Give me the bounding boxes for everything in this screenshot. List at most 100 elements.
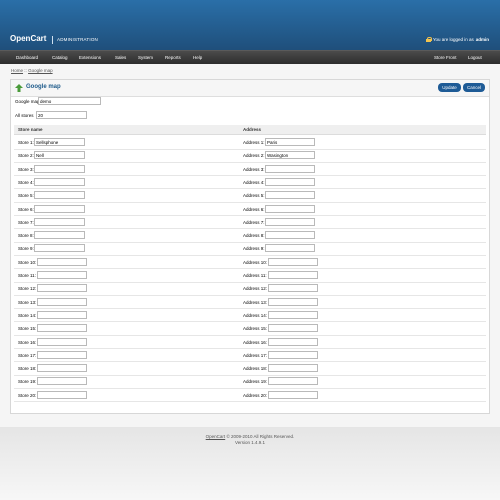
row-divider <box>14 281 486 283</box>
address-input[interactable] <box>265 204 315 213</box>
store-name-input[interactable] <box>37 284 87 293</box>
menu-extensions[interactable]: Extensions <box>79 55 101 60</box>
address-input[interactable] <box>268 271 318 279</box>
row-divider <box>14 387 486 389</box>
menu-dashboard[interactable]: Dashboard <box>16 55 38 60</box>
menu-help[interactable]: Help <box>193 55 202 60</box>
row-divider <box>14 321 486 323</box>
address-input[interactable] <box>265 177 315 186</box>
address-input[interactable] <box>265 164 315 173</box>
address-label: Address 11: <box>243 273 267 278</box>
google-map-key-input[interactable] <box>38 97 101 105</box>
store-name-input[interactable] <box>34 244 85 253</box>
breadcrumb: Home :: Google map <box>11 68 53 73</box>
store-name-input[interactable] <box>34 164 85 173</box>
store-name-input[interactable] <box>37 271 87 279</box>
store-label: Store 15: <box>18 326 37 332</box>
store-name-input[interactable] <box>34 177 85 186</box>
row-divider <box>14 201 486 203</box>
row-divider <box>14 401 486 403</box>
store-name-input[interactable] <box>37 310 87 319</box>
store-label: Store 16: <box>18 339 37 345</box>
footer-text: OpenCart © 2009-2010 All Rights Reserved… <box>0 434 500 446</box>
address-label: Address 17: <box>243 352 268 358</box>
address-label: Address 13: <box>243 299 268 305</box>
store-name-input[interactable] <box>37 324 87 333</box>
menu-store-front[interactable]: Store Front <box>434 55 457 60</box>
table-header: Store name Address <box>14 125 486 135</box>
all-stores-input[interactable] <box>36 111 87 119</box>
store-label: Store 6: <box>18 206 34 212</box>
footer-brand-link[interactable]: OpenCart <box>206 434 226 439</box>
row-divider <box>14 294 486 296</box>
store-name-input[interactable] <box>34 151 85 160</box>
address-input[interactable] <box>268 310 318 319</box>
store-name-input[interactable] <box>34 217 85 226</box>
store-name-input[interactable] <box>34 138 85 146</box>
store-name-input[interactable] <box>34 191 85 200</box>
store-name-input[interactable] <box>37 377 87 386</box>
column-address: Address <box>243 127 262 132</box>
store-name-input[interactable] <box>34 204 85 213</box>
menu-sales[interactable]: Sales <box>115 55 126 60</box>
menu-system[interactable]: System <box>138 55 153 60</box>
address-label: Address 3: <box>243 166 265 172</box>
address-input[interactable] <box>265 151 315 160</box>
breadcrumb-current[interactable]: Google map <box>28 68 53 73</box>
store-label: Store 3: <box>18 166 34 172</box>
address-label: Address 16: <box>243 339 268 345</box>
address-input[interactable] <box>268 257 318 266</box>
address-input[interactable] <box>268 390 318 399</box>
address-label: Address 19: <box>243 379 268 385</box>
address-input[interactable] <box>265 231 315 240</box>
store-label: Store 19: <box>18 379 37 385</box>
address-input[interactable] <box>268 284 318 293</box>
row-divider <box>14 215 486 216</box>
row-divider <box>14 334 486 336</box>
column-store-name: Store name <box>18 127 43 132</box>
logo[interactable]: OpenCart <box>10 34 46 43</box>
address-input[interactable] <box>268 324 318 333</box>
address-label: Address 4: <box>243 179 265 185</box>
lock-icon <box>425 37 432 42</box>
row-divider <box>14 374 486 376</box>
store-name-input[interactable] <box>37 364 87 373</box>
address-input[interactable] <box>268 337 318 346</box>
store-label: Store 9: <box>18 246 34 252</box>
menu-catalog[interactable]: Catalog <box>52 55 68 60</box>
address-input[interactable] <box>268 350 318 359</box>
update-button[interactable]: Update <box>438 83 461 92</box>
admin-label: ADMINISTRATION <box>57 37 98 42</box>
row-divider <box>14 188 486 190</box>
logged-in-text: You are logged in as <box>432 37 474 42</box>
address-label: Address 14: <box>243 312 268 318</box>
breadcrumb-separator: :: <box>24 68 27 73</box>
store-name-input[interactable] <box>37 297 87 306</box>
row-divider <box>14 148 486 150</box>
store-name-input[interactable] <box>37 257 87 266</box>
store-name-input[interactable] <box>37 390 87 399</box>
content-header: Google map Update Cancel <box>11 80 489 97</box>
address-input[interactable] <box>268 377 318 386</box>
address-input[interactable] <box>268 297 318 306</box>
row-divider <box>14 268 486 270</box>
breadcrumb-home[interactable]: Home <box>11 68 23 73</box>
store-label: Store 10: <box>18 259 37 265</box>
header: OpenCart ADMINISTRATION You are logged i… <box>0 0 500 50</box>
menu-logout[interactable]: Logout <box>468 55 482 60</box>
row-divider <box>14 161 486 163</box>
cancel-button[interactable]: Cancel <box>463 83 485 92</box>
address-input[interactable] <box>265 217 315 226</box>
footer-copyright: © 2009-2010 All Rights Reserved. <box>226 434 295 439</box>
address-input[interactable] <box>265 191 315 200</box>
address-input[interactable] <box>265 244 315 253</box>
address-input[interactable] <box>268 364 318 373</box>
address-label: Address 7: <box>243 219 265 225</box>
address-input[interactable] <box>265 138 315 146</box>
store-name-input[interactable] <box>34 231 85 240</box>
address-label: Address 20: <box>243 392 268 398</box>
menu-reports[interactable]: Reports <box>165 55 181 60</box>
store-name-input[interactable] <box>37 337 87 346</box>
row-divider <box>14 254 486 256</box>
store-name-input[interactable] <box>37 350 87 359</box>
